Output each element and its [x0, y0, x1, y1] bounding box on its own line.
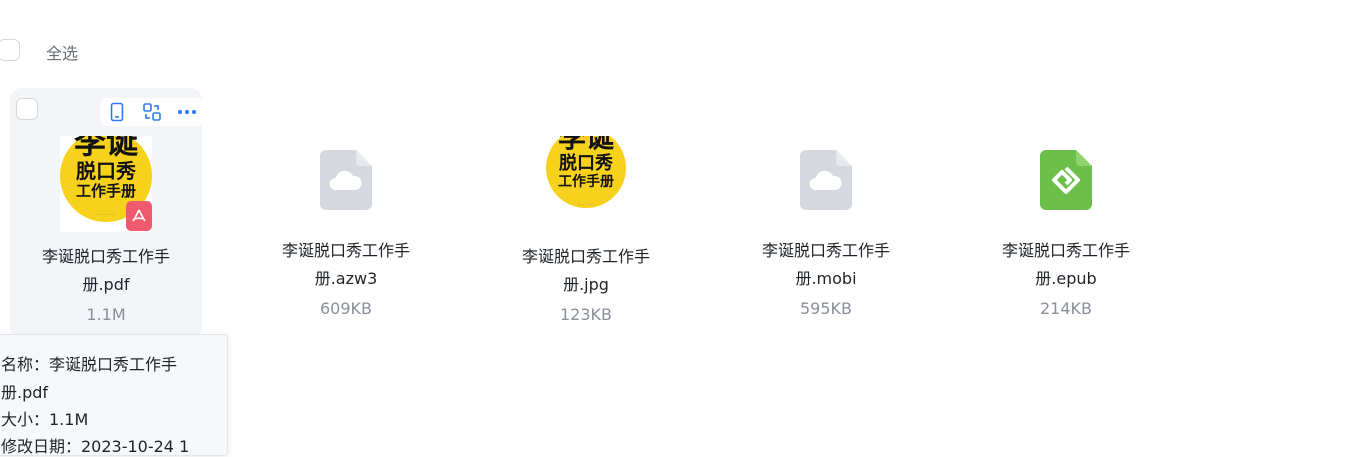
- file-card-jpg[interactable]: 李诞 脱口秀 工作手册 · · · · · · · 李诞脱口秀工作手 册.jpg…: [490, 88, 682, 338]
- file-name: 李诞脱口秀工作手 册.mobi: [761, 241, 890, 288]
- image-thumbnail: 李诞 脱口秀 工作手册 · · · · · · ·: [546, 136, 626, 220]
- file-size: 595KB: [799, 299, 852, 318]
- file-name: 李诞脱口秀工作手 册.jpg: [521, 247, 650, 294]
- file-size: 609KB: [319, 299, 372, 318]
- file-size: 214KB: [1039, 299, 1092, 318]
- convert-icon[interactable]: [140, 100, 164, 124]
- tooltip-name-line: 册.pdf: [1, 383, 49, 402]
- file-name: 李诞脱口秀工作手 册.azw3: [281, 241, 410, 288]
- phone-icon[interactable]: [105, 100, 129, 124]
- card-toolbar: [100, 98, 204, 126]
- file-size: 1.1M: [86, 305, 126, 324]
- cloud-file-icon: [320, 150, 372, 216]
- file-name: 李诞脱口秀工作手 册.pdf: [41, 247, 170, 294]
- file-card-mobi[interactable]: 李诞脱口秀工作手 册.mobi 595KB: [730, 88, 922, 338]
- pdf-icon: [126, 201, 152, 231]
- file-card-pdf[interactable]: 李诞 脱口秀 工作手册 · · · · · · · · 李诞脱口秀工作手 册.p…: [10, 88, 204, 338]
- select-all-checkbox[interactable]: [0, 39, 20, 61]
- tooltip-name-line: 名称：李诞脱口秀工作手: [1, 355, 178, 374]
- file-name: 李诞脱口秀工作手 册.epub: [1001, 241, 1130, 288]
- select-all-label: 全选: [46, 44, 79, 63]
- file-checkbox[interactable]: [16, 98, 38, 120]
- cloud-file-icon: [800, 150, 852, 216]
- tooltip-size-line: 大小：1.1M: [1, 410, 89, 429]
- epub-icon: [1040, 150, 1092, 216]
- file-card-epub[interactable]: 李诞脱口秀工作手 册.epub 214KB: [970, 88, 1162, 338]
- more-icon[interactable]: [175, 100, 199, 124]
- file-info-tooltip: 名称：李诞脱口秀工作手 册.pdf 大小：1.1M 修改日期：2023-10-2…: [0, 334, 228, 456]
- file-size: 123KB: [559, 305, 612, 324]
- file-card-azw3[interactable]: 李诞脱口秀工作手 册.azw3 609KB: [250, 88, 442, 338]
